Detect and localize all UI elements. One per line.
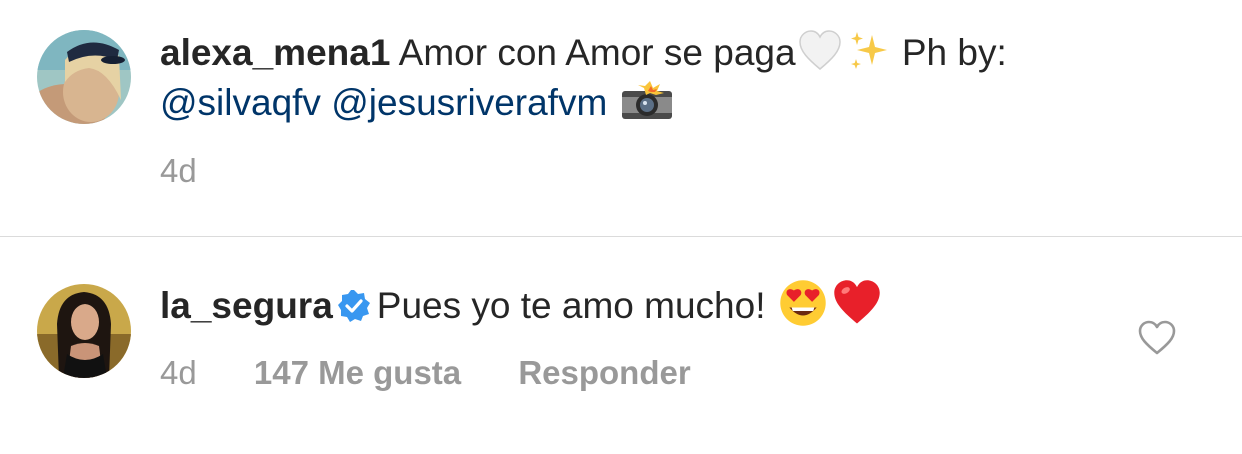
caption-username[interactable]: alexa_mena1 [160, 32, 390, 73]
comment-timestamp: 4d [160, 354, 197, 391]
comment-body: Pues yo te amo mucho! [376, 285, 766, 326]
reply-button[interactable]: Responder [518, 354, 690, 392]
comment-likes[interactable]: 147 Me gusta [254, 354, 461, 392]
comment-row [0, 237, 1242, 454]
avatar-image [37, 30, 131, 124]
comment-meta: 4d 147 Me gusta Responder [160, 354, 691, 392]
verified-badge-icon [337, 290, 370, 322]
comment-username[interactable]: la_segura [160, 285, 333, 326]
mention-silvaqfv[interactable]: @silvaqfv [160, 82, 321, 123]
caption-text: alexa_mena1 Amor con Amor se paga Ph by:… [160, 28, 1200, 128]
camera-flash-icon [621, 81, 672, 119]
comment-text: la_segura Pues yo te amo mucho! [160, 278, 884, 331]
caption-photo-credit: Ph by: [901, 32, 1007, 73]
mention-jesusriverafvm[interactable]: @jesusriverafvm [331, 82, 607, 123]
caption-timestamp: 4d [160, 152, 197, 189]
red-heart-icon [834, 280, 880, 324]
caption-section: alexa_mena1 Amor con Amor se paga Ph by:… [0, 0, 1242, 236]
avatar-la-segura[interactable] [37, 284, 131, 378]
heart-eyes-face-icon [780, 280, 826, 326]
avatar-image [37, 284, 131, 378]
like-heart-icon[interactable] [1138, 320, 1176, 356]
white-heart-icon [798, 30, 841, 70]
caption-body: Amor con Amor se paga [398, 32, 796, 73]
avatar-alexa-mena1[interactable] [37, 30, 131, 124]
sparkles-icon [850, 32, 887, 69]
